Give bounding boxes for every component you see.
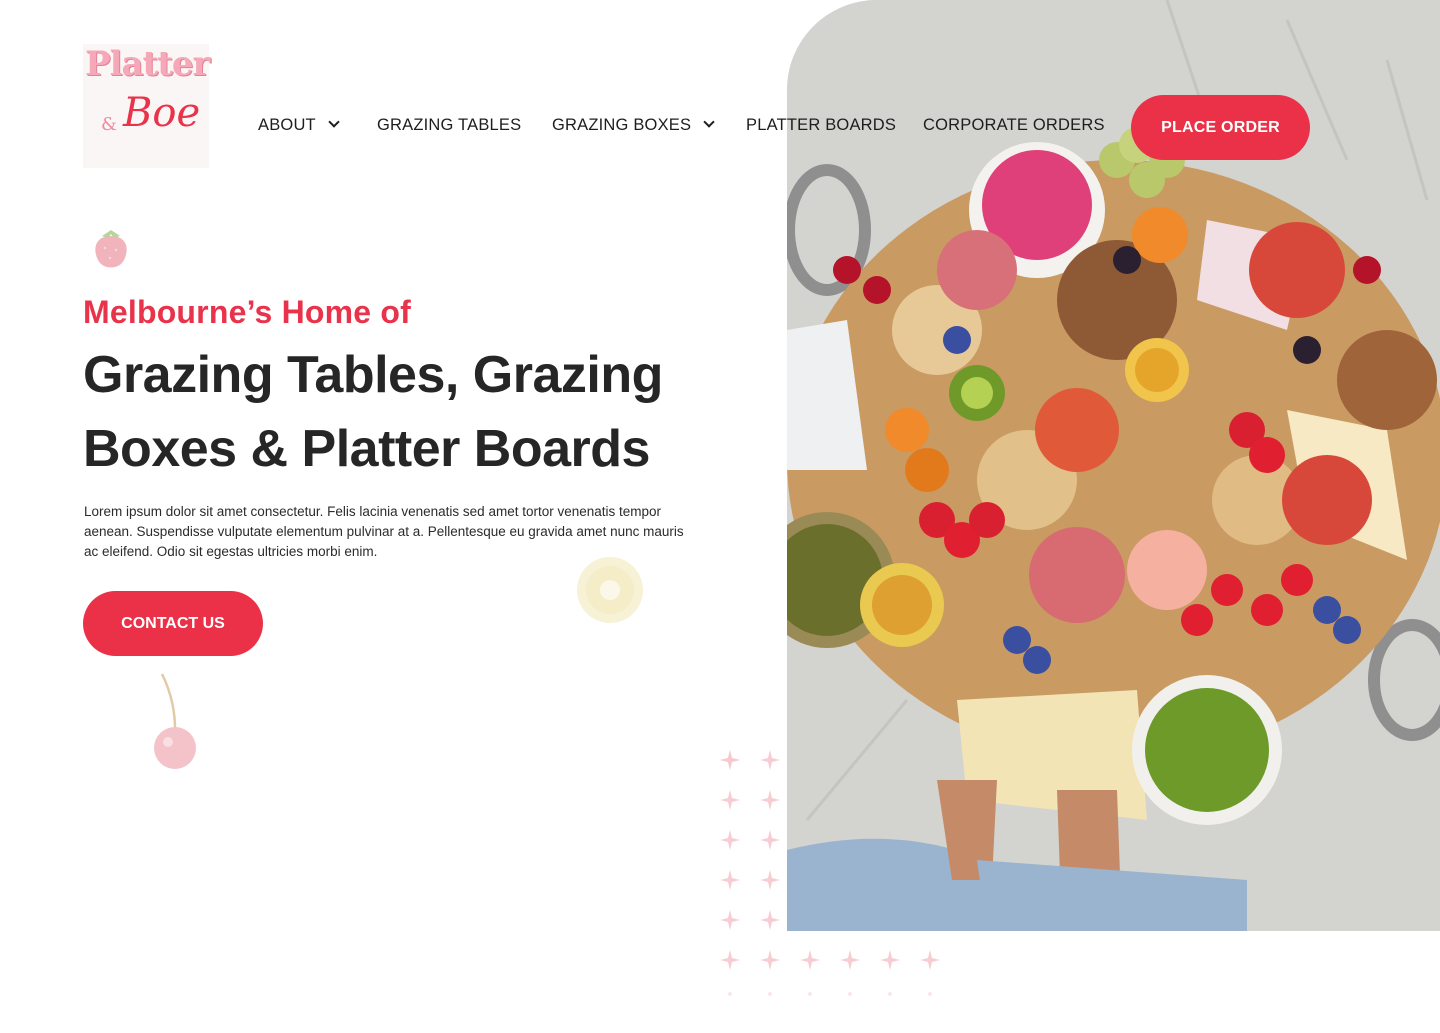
nav-item-label: GRAZING BOXES [552,116,692,134]
nav-item-corporate-orders[interactable]: CORPORATE ORDERS [923,116,1105,135]
nav-item-platter-boards[interactable]: PLATTER BOARDS [746,116,896,135]
hero-subheading: Melbourne’s Home of [83,294,411,330]
nav-item-label: CORPORATE ORDERS [923,116,1105,134]
dot-pattern [720,750,940,996]
contact-us-button[interactable]: CONTACT US [83,591,263,656]
nav-item-grazing-boxes[interactable]: GRAZING BOXES [552,116,715,135]
strawberry-icon [95,230,127,268]
hero-headline: Grazing Tables, Grazing Boxes & Platter … [83,338,743,486]
chevron-down-icon [328,116,340,128]
cherry-icon [154,673,196,769]
chevron-down-icon [703,116,715,128]
hero-body-text: Lorem ipsum dolor sit amet consectetur. … [84,504,684,559]
nav-item-label: GRAZING TABLES [377,116,522,134]
hero-headline-line2: Boxes & Platter Boards [83,420,650,478]
place-order-button[interactable]: PLACE ORDER [1131,95,1310,160]
logo[interactable]: Platter & Boe [83,44,210,168]
nav-item-grazing-tables[interactable]: GRAZING TABLES [377,116,521,135]
logo-top-text: Platter [85,44,210,84]
nav-item-label: ABOUT [258,116,316,134]
logo-ampersand: & [101,114,118,135]
logo-bottom-text: Boe [123,90,201,136]
nav-item-about[interactable]: ABOUT [258,116,340,135]
nav-item-label: PLATTER BOARDS [746,116,897,134]
kiwi-slice-icon [577,557,643,623]
hero-headline-line1: Grazing Tables, Grazing [83,346,663,404]
